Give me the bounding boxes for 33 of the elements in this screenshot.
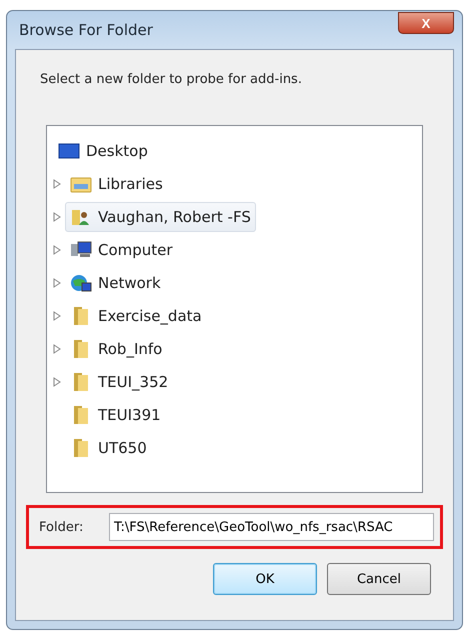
expand-arrow-icon[interactable] (53, 376, 61, 386)
tree-item[interactable]: Libraries (65, 168, 168, 198)
expand-arrow-icon[interactable] (53, 310, 61, 320)
tree-item[interactable]: TEUI391 (65, 400, 166, 430)
tree-item[interactable]: TEUI_352 (65, 366, 174, 396)
globe-icon (70, 274, 92, 292)
folder-icon (74, 372, 88, 390)
desktop-icon (58, 142, 80, 160)
tree-item[interactable]: UT650 (65, 432, 152, 462)
expand-arrow-icon[interactable] (53, 244, 61, 254)
tree-item[interactable]: Computer (65, 234, 178, 264)
folder-icon (74, 306, 88, 324)
expand-arrow-icon[interactable] (53, 178, 61, 188)
tree-item[interactable]: Desktop (53, 136, 153, 166)
folder-icon (74, 406, 88, 424)
instruction-text: Select a new folder to probe for add-ins. (40, 72, 303, 87)
user-folder-icon (70, 208, 92, 226)
folder-icon (74, 340, 88, 358)
folder-input[interactable]: T:\FS\Reference\GeoTool\wo_nfs_rsac\RSAC (109, 513, 434, 541)
tree-item[interactable]: Network (65, 268, 166, 298)
ok-button[interactable]: OK (213, 563, 317, 595)
window-title: Browse For Folder (18, 21, 153, 39)
computer-icon (70, 240, 92, 258)
library-icon (70, 174, 92, 192)
tree-item[interactable]: Exercise_data (65, 300, 207, 330)
expand-arrow-icon[interactable] (53, 344, 61, 354)
folder-label: Folder: (38, 520, 84, 534)
tree-item[interactable]: Vaughan, Robert -FS (65, 202, 256, 232)
expand-arrow-icon[interactable] (53, 278, 61, 288)
tree-item[interactable]: Rob_Info (65, 334, 168, 364)
folder-icon (74, 438, 88, 456)
cancel-button[interactable]: Cancel (327, 563, 431, 595)
expand-arrow-icon[interactable] (53, 212, 61, 222)
